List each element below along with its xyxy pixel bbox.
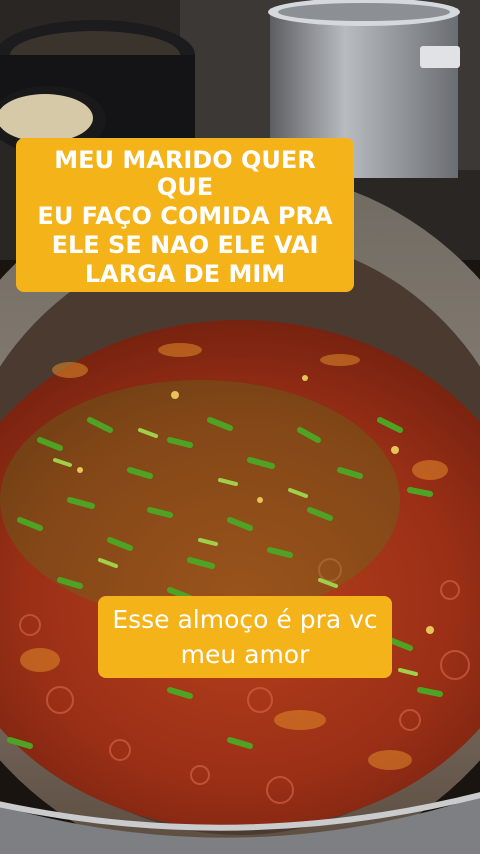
bottom-caption: Esse almoço é pra vc meu amor — [98, 596, 392, 678]
top-caption: MEU MARIDO QUER QUE EU FAÇO COMIDA PRA E… — [16, 138, 354, 293]
top-caption-line: ELE SE NAO ELE VAI — [51, 230, 319, 259]
bottom-caption-line: Esse almoço é pra vc — [112, 605, 378, 634]
top-caption-line: MEU MARIDO QUER QUE — [54, 146, 316, 201]
bottom-caption-line: meu amor — [180, 640, 310, 669]
top-caption-line: EU FAÇO COMIDA PRA — [37, 201, 333, 230]
top-caption-line: LARGA DE MIM — [84, 259, 286, 288]
cooking-photo — [0, 0, 480, 854]
